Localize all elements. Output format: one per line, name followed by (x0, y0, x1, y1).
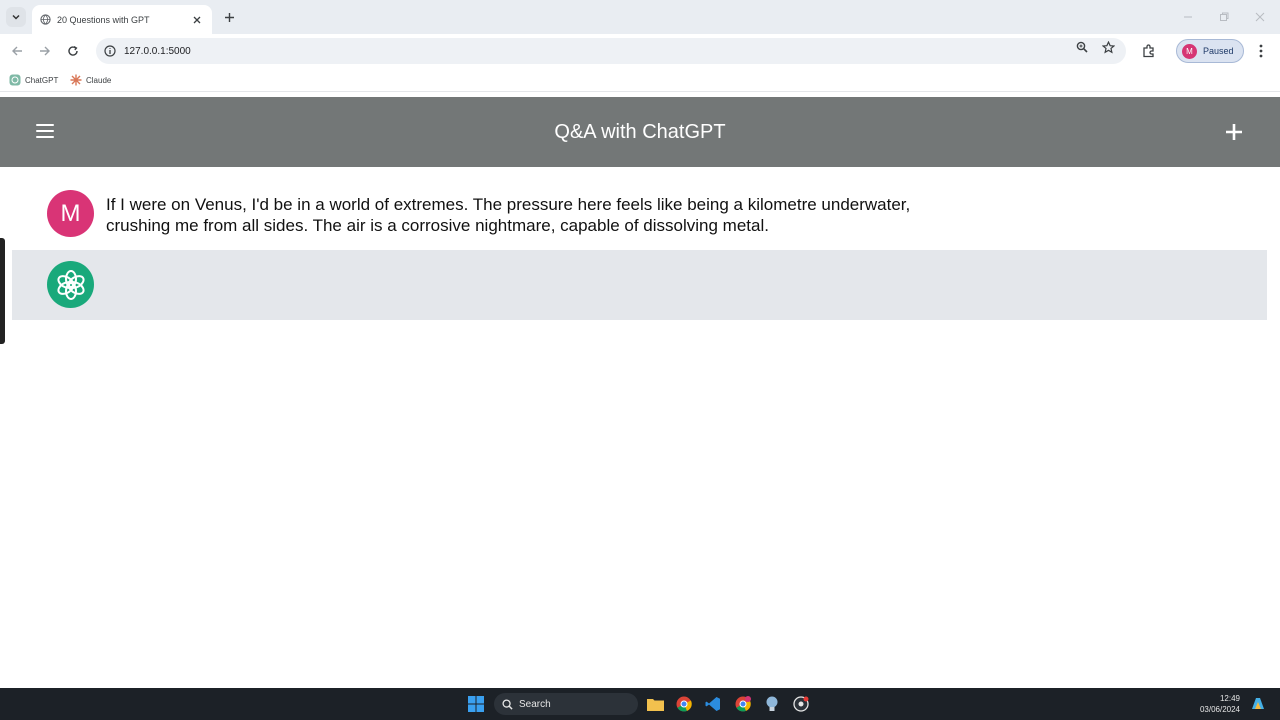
openai-logo-icon (56, 269, 85, 300)
browser-tab-active[interactable]: 20 Questions with GPT (32, 5, 212, 34)
globe-icon (40, 14, 51, 25)
plus-icon (224, 12, 234, 22)
bookmark-label: ChatGPT (25, 75, 59, 85)
taskbar-search[interactable]: Search (494, 693, 638, 715)
browser-toolbar: 127.0.0.1:5000 M Paused (0, 34, 1280, 68)
hamburger-icon-bar (36, 136, 54, 138)
taskbar-file-explorer[interactable] (645, 694, 665, 714)
address-bar[interactable]: 127.0.0.1:5000 (96, 38, 1126, 64)
taskbar-chrome[interactable] (674, 694, 694, 714)
clock-date: 03/06/2024 (1199, 705, 1240, 714)
url-text[interactable]: 127.0.0.1:5000 (124, 46, 191, 57)
minimize-icon (1184, 16, 1192, 18)
browser-menu-button[interactable] (1254, 42, 1268, 60)
arrow-right-icon (40, 46, 50, 56)
taskbar-clock[interactable]: 12:49 03/06/2024 (1190, 693, 1240, 715)
chatgpt-icon (9, 74, 21, 86)
profile-button[interactable]: M Paused (1176, 39, 1244, 63)
vscode-icon (705, 697, 720, 711)
extensions-button[interactable] (1140, 42, 1158, 60)
more-vertical-icon (1259, 44, 1263, 58)
bookmark-label: Claude (86, 75, 112, 85)
side-panel-handle[interactable] (0, 238, 5, 344)
windows-logo-icon (468, 696, 484, 712)
app-header: Q&A with ChatGPT (0, 97, 1280, 167)
plus-icon (1226, 124, 1242, 140)
bookmark-star-button[interactable] (1100, 39, 1116, 55)
clock-time: 12:49 (1219, 694, 1240, 703)
forward-button[interactable] (36, 42, 54, 60)
copilot-icon (1252, 698, 1264, 709)
page-title: Q&A with ChatGPT (554, 121, 726, 143)
window-close-button[interactable] (1252, 9, 1268, 25)
user-avatar: M (47, 190, 94, 237)
arrow-left-icon (12, 46, 22, 56)
chrome-icon (735, 696, 751, 712)
chevron-down-icon (12, 14, 20, 20)
close-icon (1255, 12, 1265, 22)
taskbar-vscode[interactable] (703, 694, 723, 714)
bookmark-claude[interactable]: Claude (70, 72, 111, 88)
tab-close-button[interactable] (190, 13, 204, 27)
tab-title: 20 Questions with GPT (57, 14, 150, 25)
zoom-button[interactable] (1074, 39, 1090, 55)
assistant-avatar (47, 261, 94, 308)
star-icon (1101, 40, 1115, 53)
taskbar: Search 12:49 03/06/2024 (0, 688, 1280, 720)
start-button[interactable] (466, 694, 486, 714)
search-icon (502, 698, 513, 710)
close-icon (193, 16, 201, 23)
reload-button[interactable] (64, 42, 82, 60)
message-user: M If I were on Venus, I'd be in a world … (12, 180, 1267, 250)
hamburger-icon-bar (36, 130, 54, 132)
tab-search-button[interactable] (6, 7, 26, 27)
new-tab-button[interactable] (220, 8, 238, 26)
menu-button[interactable] (36, 124, 54, 140)
minimize-button[interactable] (1180, 9, 1196, 25)
new-chat-button[interactable] (1224, 122, 1244, 142)
bookmarks-bar: ChatGPT Claude (0, 68, 1280, 92)
claude-icon (70, 74, 82, 86)
hamburger-icon (36, 124, 54, 126)
zoom-icon (1076, 41, 1088, 53)
message-text: If I were on Venus, I'd be in a world of… (106, 195, 911, 235)
recording-icon (793, 696, 809, 712)
taskbar-app[interactable] (762, 694, 782, 714)
profile-status: Paused (1203, 46, 1234, 56)
folder-icon (646, 699, 664, 711)
lightbulb-icon (766, 696, 778, 711)
bookmark-chatgpt[interactable]: ChatGPT (9, 72, 58, 88)
puzzle-icon (1143, 44, 1154, 58)
message-assistant (12, 250, 1267, 320)
taskbar-obs[interactable] (791, 694, 811, 714)
reload-icon (68, 45, 78, 56)
info-icon[interactable] (104, 45, 116, 57)
back-button[interactable] (8, 42, 26, 60)
notification-center[interactable] (1248, 694, 1268, 714)
taskbar-chrome-profile[interactable] (733, 694, 753, 714)
restore-button[interactable] (1216, 9, 1232, 25)
restore-icon (1220, 12, 1229, 21)
profile-avatar: M (1182, 43, 1197, 59)
browser-tab-strip: 20 Questions with GPT (0, 0, 1280, 34)
taskbar-search-label: Search (519, 698, 551, 710)
chrome-icon (676, 696, 692, 712)
